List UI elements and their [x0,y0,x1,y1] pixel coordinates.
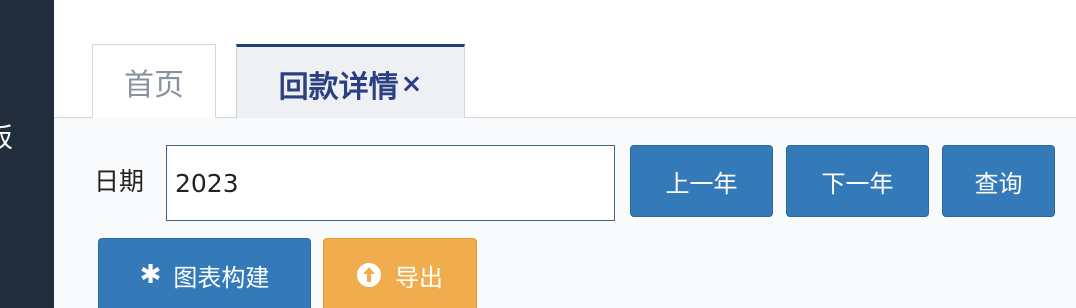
prev-year-button[interactable]: 上一年 [630,145,773,217]
query-label: 查询 [974,169,1023,198]
build-chart-button[interactable]: ✱ 图表构建 [98,238,311,308]
build-chart-label: 图表构建 [173,263,270,292]
prev-year-label: 上一年 [665,169,738,198]
date-label: 日期 [94,167,145,196]
next-year-label: 下一年 [821,169,894,198]
sidebar: 板 [0,0,54,308]
close-icon[interactable]: × [401,69,423,99]
tab-payment-details[interactable]: 回款详情 × [236,44,465,119]
export-button[interactable]: 导出 [323,238,477,308]
app-root: 板 首页 回款详情 × 日期 上一年 下一年 查询 ✱ 图表构建 导出 [0,0,1076,308]
sidebar-item-label[interactable]: 板 [0,124,13,154]
tab-home[interactable]: 首页 [92,44,216,118]
upload-circle-icon [357,263,381,287]
tab-home-label: 首页 [124,67,184,103]
next-year-button[interactable]: 下一年 [786,145,929,217]
asterisk-icon: ✱ [139,260,162,290]
export-label: 导出 [395,263,443,292]
date-input[interactable] [166,145,615,221]
tab-payment-details-label: 回款详情 [278,70,399,105]
query-button[interactable]: 查询 [942,145,1055,217]
